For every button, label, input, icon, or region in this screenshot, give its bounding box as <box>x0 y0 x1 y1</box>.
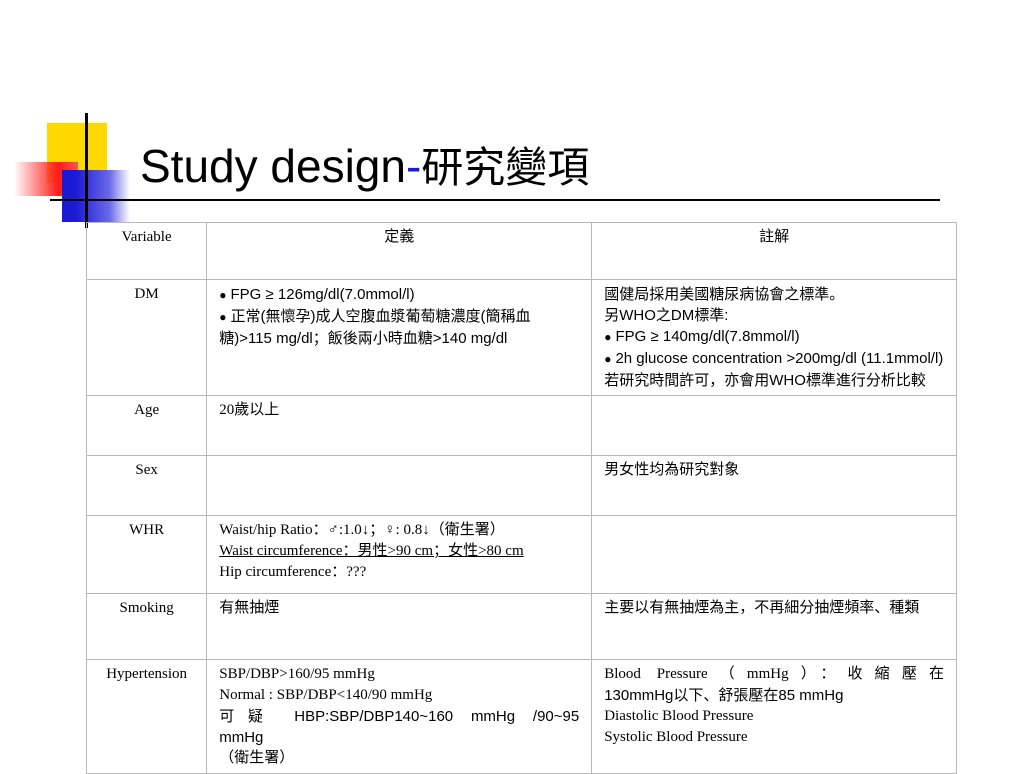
dm-note-line4: 2h glucose concentration >200mg/dl (11.1… <box>604 348 944 370</box>
header-note: 註解 <box>591 222 957 280</box>
ht-note-line3: Diastolic Blood Pressure <box>604 708 754 724</box>
table-row-dm: DM FPG ≥ 126mg/dl(7.0mmol/l) 正常(無懷孕)成人空腹… <box>85 279 957 396</box>
whr-def-line2: Waist circumference：男性>90 cm；女性>80 cm <box>219 543 524 559</box>
cell-var-hypertension: Hypertension <box>85 659 208 774</box>
cell-var-sex: Sex <box>85 455 208 516</box>
title-cjk: 研究變項 <box>421 143 590 192</box>
ht-def-line4: （衛生署） <box>219 750 295 766</box>
cell-var-dm: DM <box>85 279 208 396</box>
table-row-whr: WHR Waist/hip Ratio：♂:1.0↓；♀: 0.8↓（衛生署） … <box>85 515 957 594</box>
ht-def-line3b: mmHg <box>219 729 264 746</box>
cell-def-smoking: 有無抽煙 <box>206 593 593 660</box>
decor-blue-square <box>62 170 130 222</box>
cell-note-sex: 男女性均為研究對象 <box>591 455 957 516</box>
dm-def-line1: FPG ≥ 126mg/dl(7.0mmol/l) <box>219 284 579 306</box>
cell-note-hypertension: Blood Pressure（mmHg）：收縮壓在 130mmHg以下、舒張壓在… <box>591 659 957 774</box>
header-variable: Variable <box>85 222 208 280</box>
decor-vertical-line <box>85 113 88 228</box>
dm-note-line3: FPG ≥ 140mg/dl(7.8mmol/l) <box>604 326 944 348</box>
ht-def-line3: 可疑 HBP:SBP/DBP140~160 mmHg /90~95 <box>219 708 580 725</box>
variables-table: Variable 定義 註解 DM FPG ≥ 126mg/dl(7.0mmol… <box>85 222 957 774</box>
whr-def-line1: Waist/hip Ratio：♂:1.0↓；♀: 0.8↓（衛生署） <box>219 522 505 538</box>
ht-note-line1: Blood Pressure（mmHg）：收縮壓在 <box>604 666 944 682</box>
cell-var-smoking: Smoking <box>85 593 208 660</box>
slide-title: Study design-研究變項 <box>140 138 589 196</box>
cell-note-dm: 國健局採用美國糖尿病協會之標準。 另WHO之DM標準: FPG ≥ 140mg/… <box>591 279 957 396</box>
cell-note-smoking: 主要以有無抽煙為主，不再細分抽煙頻率、種類 <box>591 593 957 660</box>
cell-note-whr <box>591 515 957 594</box>
ht-def-line1: SBP/DBP>160/95 mmHg <box>219 666 375 682</box>
ht-note-line4: Systolic Blood Pressure <box>604 729 748 745</box>
title-underline <box>50 199 940 201</box>
dm-note-line5: 若研究時間許可，亦會用WHO標準進行分析比較 <box>604 372 926 389</box>
ht-note-line2: 130mmHg以下、舒張壓在85 mmHg <box>604 687 844 704</box>
cell-def-hypertension: SBP/DBP>160/95 mmHg Normal : SBP/DBP<140… <box>206 659 593 774</box>
cell-var-age: Age <box>85 395 208 456</box>
table-header-row: Variable 定義 註解 <box>85 222 957 280</box>
cell-note-age <box>591 395 957 456</box>
cell-def-age: 20歲以上 <box>206 395 593 456</box>
header-definition: 定義 <box>206 222 593 280</box>
dm-def-line2: 正常(無懷孕)成人空腹血漿葡萄糖濃度(簡稱血糖)>115 mg/dl；飯後兩小時… <box>219 306 579 349</box>
title-dash: - <box>405 140 422 192</box>
dm-note-line1: 國健局採用美國糖尿病協會之標準。 <box>604 286 845 303</box>
cell-var-whr: WHR <box>85 515 208 594</box>
cell-def-dm: FPG ≥ 126mg/dl(7.0mmol/l) 正常(無懷孕)成人空腹血漿葡… <box>206 279 593 396</box>
title-main: Study design <box>140 140 406 192</box>
table-row-age: Age 20歲以上 <box>85 395 957 456</box>
cell-def-whr: Waist/hip Ratio：♂:1.0↓；♀: 0.8↓（衛生署） Wais… <box>206 515 593 594</box>
table-row-smoking: Smoking 有無抽煙 主要以有無抽煙為主，不再細分抽煙頻率、種類 <box>85 593 957 660</box>
ht-def-line2: Normal : SBP/DBP<140/90 mmHg <box>219 687 433 703</box>
table-row-sex: Sex 男女性均為研究對象 <box>85 455 957 516</box>
cell-def-sex <box>206 455 593 516</box>
dm-note-line2: 另WHO之DM標準: <box>604 307 729 324</box>
table-row-hypertension: Hypertension SBP/DBP>160/95 mmHg Normal … <box>85 659 957 774</box>
whr-def-line3: Hip circumference：??? <box>219 564 367 580</box>
